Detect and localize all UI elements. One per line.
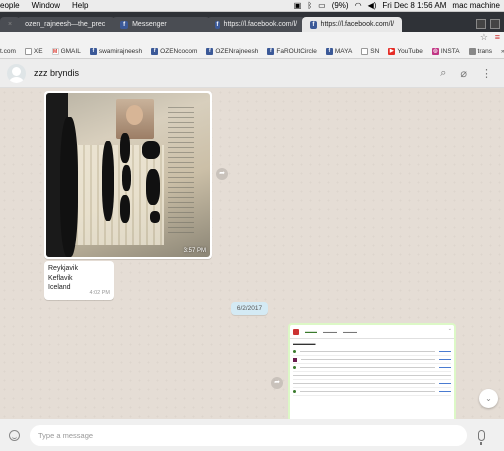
bookmark-item[interactable]: f OZENrajneesh [206, 48, 258, 55]
forward-icon[interactable]: ➦ [271, 377, 283, 389]
bookmark-item[interactable]: M GMAIL [51, 48, 81, 55]
menu-user[interactable]: mac machine [452, 1, 500, 10]
tab-label: https://l.facebook.com/l/ [320, 21, 395, 28]
battery-percent: (9%) [331, 1, 349, 10]
message-line: Reykjavik [48, 265, 78, 272]
bookmark-item[interactable]: f swamirajneesh [89, 48, 142, 55]
facebook-icon: f [120, 20, 129, 29]
facebook-icon: f [325, 48, 333, 55]
browser-tab-messenger[interactable]: f Messenger [112, 17, 211, 32]
address-bar: ☆ ≡ [0, 32, 504, 45]
menu-clock[interactable]: Fri Dec 8 1:56 AM [382, 1, 446, 10]
window-maximize-button[interactable] [490, 19, 500, 29]
avatar[interactable] [7, 63, 26, 83]
bookmark-item[interactable]: t.com [0, 48, 16, 55]
contact-name[interactable]: zzz bryndis [34, 68, 79, 78]
image-message[interactable]: 3:57 PM [44, 91, 212, 259]
message-line: Keflavik [48, 274, 73, 282]
tab-label: Messenger [132, 21, 167, 28]
menu-window[interactable]: Window [32, 1, 60, 10]
tab-label: ozen_rajneesh—the_prec [25, 21, 106, 28]
facebook-icon: f [206, 48, 214, 55]
browser-tab-facebook-link-2[interactable]: f https://l.facebook.com/l/ [302, 17, 403, 32]
message-composer [0, 419, 504, 451]
message-input[interactable] [30, 424, 467, 446]
bookmark-star-icon[interactable]: ☆ [480, 32, 488, 43]
instagram-icon: ◎ [431, 48, 439, 55]
bookmark-item[interactable]: SN [361, 48, 379, 55]
browser-tab-ozen[interactable]: ozen_rajneesh—the_prec [17, 17, 116, 32]
attach-icon[interactable]: ⌀ [460, 67, 467, 80]
microphone-icon[interactable] [478, 429, 485, 445]
emoji-icon[interactable] [9, 429, 20, 441]
bookmark-item[interactable]: trans [468, 48, 492, 55]
document-preview-message[interactable]: ⌄ ▬▬▬ ▬▬▬▬ ▬▬▬▬ ▬▬▬▬▬ [288, 323, 456, 419]
bookmark-item[interactable]: f MAYA [325, 48, 352, 55]
search-icon[interactable]: ⌕ [440, 67, 446, 80]
window-minimize-button[interactable] [476, 19, 486, 29]
bookmarks-bar: t.com XE M GMAIL f swamirajneesh f OZENcoco… [0, 45, 504, 59]
facebook-icon: f [151, 48, 159, 55]
battery-icon[interactable]: ▭ [318, 1, 326, 11]
document-icon [24, 48, 32, 55]
more-options-icon[interactable]: ⋮ [481, 67, 492, 80]
bookmark-item[interactable]: f FaROUtCircle [267, 48, 317, 55]
menu-people[interactable]: eople [0, 1, 20, 10]
wifi-icon[interactable]: ◠ [355, 1, 362, 11]
gmail-icon: M [51, 48, 59, 55]
document-icon [361, 48, 369, 55]
scroll-to-bottom-button[interactable]: ⌄ [479, 389, 498, 408]
status-icon[interactable]: ▣ [294, 1, 302, 11]
menu-bar: eople Window Help ▣ ᛒ ▭ (9%) ◠ ◀) Fri De… [0, 0, 504, 12]
volume-icon[interactable]: ◀) [368, 1, 377, 11]
browser-menu-icon[interactable]: ≡ [495, 32, 500, 42]
browser-tab-facebook-link-1[interactable]: f https://l.facebook.com/l/ [207, 17, 306, 32]
facebook-icon: f [310, 20, 317, 29]
menu-help[interactable]: Help [72, 1, 88, 10]
conversation-panel[interactable]: 3:57 PM ➦ Reykjavik Keflavik Iceland 4:0… [0, 88, 504, 419]
tab-label: https://l.facebook.com/l/ [223, 21, 298, 28]
bookmark-item[interactable]: ▶ YouTube [388, 48, 423, 55]
close-tab-icon[interactable]: × [8, 21, 12, 28]
text-message[interactable]: Reykjavik Keflavik Iceland 4:02 PM [44, 261, 114, 300]
chat-header: zzz bryndis ⌕ ⌀ ⋮ [0, 59, 504, 88]
bookmark-item[interactable]: XE [24, 48, 43, 55]
chevron-down-icon[interactable]: ⌄ [448, 326, 452, 332]
message-time: 3:57 PM [183, 248, 206, 254]
bookmark-item[interactable]: f OZENcocom [151, 48, 197, 55]
facebook-icon: f [267, 48, 275, 55]
passport-photo: 3:57 PM [46, 93, 210, 257]
forward-icon[interactable]: ➦ [216, 168, 228, 180]
bluetooth-icon[interactable]: ᛒ [307, 1, 312, 11]
date-divider: 6/2/2017 [231, 302, 268, 315]
facebook-icon: f [89, 48, 97, 55]
facebook-icon: f [215, 20, 220, 29]
flight-itinerary-preview: ⌄ ▬▬▬ ▬▬▬▬ ▬▬▬▬ ▬▬▬▬▬ [290, 325, 454, 419]
browser-tab-strip: × ozen_rajneesh—the_prec f Messenger f h… [0, 12, 504, 32]
translate-icon [468, 48, 476, 55]
youtube-icon: ▶ [388, 48, 396, 55]
bookmark-item[interactable]: ◎ INSTA [431, 48, 460, 55]
